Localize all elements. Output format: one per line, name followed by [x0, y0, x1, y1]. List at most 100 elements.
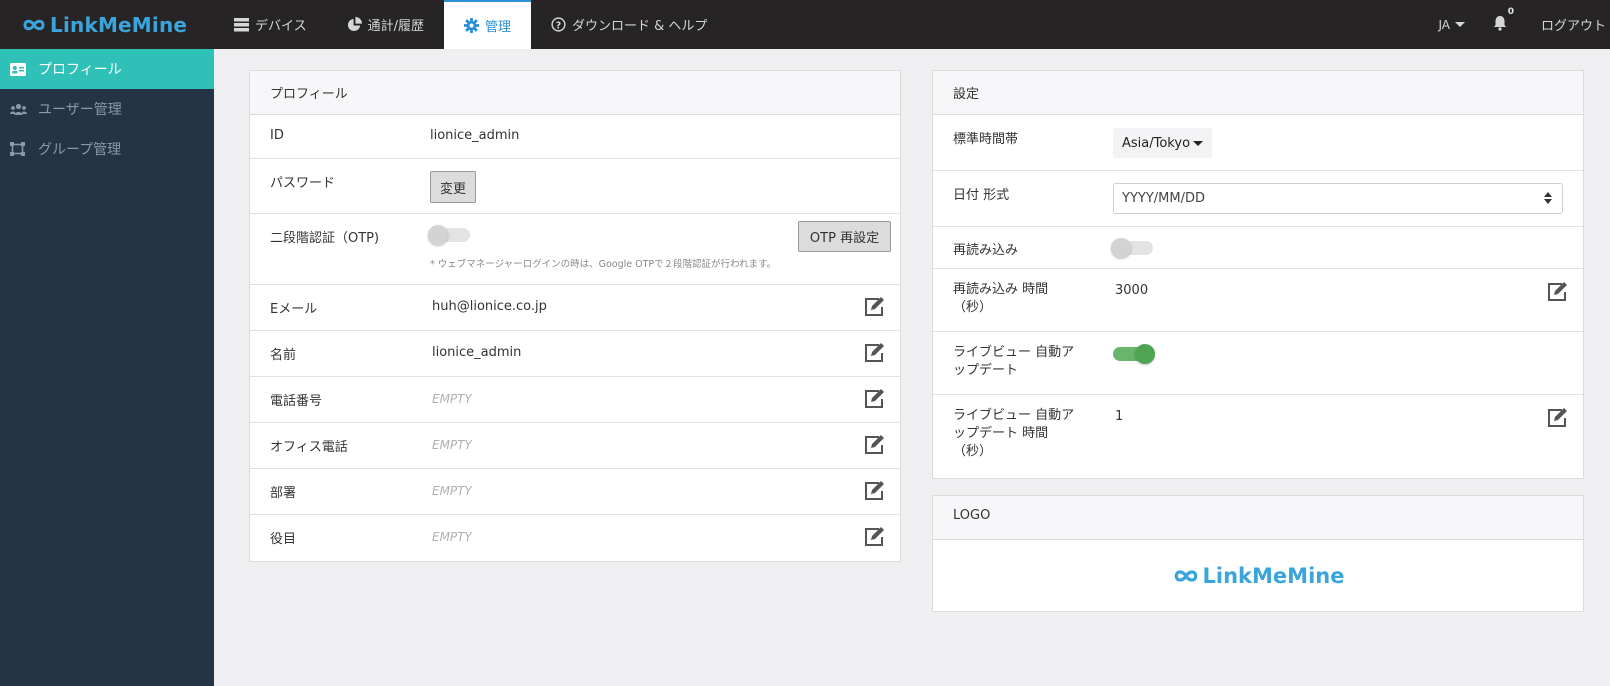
label-line: ライブビュー 自動ア — [953, 345, 1075, 360]
nav-tab-statistics[interactable]: 通計/履歴 — [327, 0, 444, 49]
sidebar: プロフィール ユーザー管理 グループ管理 — [0, 49, 214, 686]
edit-icon[interactable] — [863, 342, 885, 364]
field-label: 役目 — [270, 532, 297, 547]
notifications-button[interactable]: 0 — [1493, 7, 1514, 34]
field-label: 二段階認証（OTP) — [270, 231, 380, 246]
logo-preview-text: LinkMeMine — [1202, 563, 1345, 588]
nav-tab-label: ダウンロード & ヘルプ — [572, 19, 708, 34]
label-line: （秒） — [953, 300, 993, 315]
profile-row-office-phone: オフィス電話 EMPTY — [250, 423, 900, 469]
sidebar-item-group-management[interactable]: グループ管理 — [0, 129, 214, 169]
nav-tab-devices[interactable]: デバイス — [214, 0, 327, 49]
users-icon — [10, 103, 28, 116]
edit-icon[interactable] — [863, 434, 885, 456]
phone-value: EMPTY — [432, 392, 472, 406]
edit-icon[interactable] — [863, 296, 885, 318]
field-label: 再読み込み — [953, 243, 1019, 258]
settings-row-reload: 再読み込み — [933, 227, 1583, 269]
profile-row-department: 部署 EMPTY — [250, 469, 900, 515]
logo-preview: LinkMeMine — [933, 540, 1583, 611]
field-label: 再読み込み 時間 （秒） — [953, 281, 1048, 317]
department-value: EMPTY — [432, 484, 472, 498]
live-update-time-value: 1 — [1115, 409, 1124, 424]
field-label: ライブビュー 自動ア ップデート 時間 （秒） — [953, 407, 1074, 461]
notification-count: 0 — [1507, 7, 1514, 17]
reload-toggle[interactable] — [1111, 238, 1153, 258]
sidebar-item-profile[interactable]: プロフィール — [0, 49, 214, 89]
profile-row-name: 名前 lionice_admin — [250, 331, 900, 377]
field-label: ライブビュー 自動ア ップデート — [953, 344, 1074, 380]
settings-panel: 設定 標準時間帯 Asia/Tokyo 日付 形式 YYYY/MM/DD 再読み… — [932, 70, 1584, 479]
timezone-dropdown[interactable]: Asia/Tokyo — [1113, 128, 1213, 158]
label-line: ライブビュー 自動ア — [953, 408, 1075, 423]
role-value: EMPTY — [432, 530, 472, 544]
toggle-knob — [1135, 344, 1155, 364]
label-line: ップデート — [953, 363, 1019, 378]
select-arrows-icon — [1544, 192, 1552, 204]
label-line: 再読み込み 時間 — [953, 282, 1049, 297]
settings-row-live-update: ライブビュー 自動ア ップデート — [933, 332, 1583, 395]
sidebar-item-label: グループ管理 — [38, 142, 122, 158]
profile-row-id: ID lionice_admin — [250, 115, 900, 159]
date-format-value: YYYY/MM/DD — [1122, 191, 1205, 206]
settings-row-reload-time: 再読み込み 時間 （秒） 3000 — [933, 269, 1583, 332]
app-logo[interactable]: LinkMeMine — [0, 0, 214, 49]
svg-text:?: ? — [556, 20, 561, 31]
live-update-toggle[interactable] — [1113, 344, 1155, 364]
field-label: Eメール — [270, 302, 318, 317]
field-label: 標準時間帯 — [953, 132, 1019, 147]
toggle-knob — [1111, 238, 1131, 258]
edit-icon[interactable] — [863, 388, 885, 410]
toggle-knob — [428, 225, 448, 245]
nav-tab-label: 通計/履歴 — [367, 19, 425, 34]
logo-panel: LOGO LinkMeMine — [932, 495, 1584, 612]
infinity-logo-icon — [21, 17, 47, 33]
group-frame-icon — [10, 142, 28, 156]
logout-link[interactable]: ログアウト — [1541, 15, 1606, 34]
edit-icon[interactable] — [863, 526, 885, 548]
pie-chart-icon — [347, 17, 362, 32]
field-label: 名前 — [270, 348, 297, 363]
nav-tab-label: デバイス — [255, 19, 307, 34]
otp-note: * ウェブマネージャーログインの時は、Google OTPで２段階認証が行われま… — [430, 259, 777, 270]
logo-text: LinkMeMine — [50, 12, 188, 37]
label-line: ップデート 時間 — [953, 426, 1049, 441]
caret-down-icon — [1193, 140, 1204, 146]
change-password-button[interactable]: 変更 — [430, 171, 476, 203]
profile-row-otp: 二段階認証（OTP) OTP 再設定 * ウェブマネージャーログインの時は、Go… — [250, 214, 900, 285]
profile-row-phone: 電話番号 EMPTY — [250, 377, 900, 423]
otp-toggle[interactable] — [428, 225, 470, 245]
sidebar-item-label: プロフィール — [38, 62, 122, 78]
profile-panel: プロフィール ID lionice_admin パスワード 変更 二段階認証（O… — [249, 70, 901, 562]
infinity-logo-icon — [1172, 567, 1200, 585]
edit-icon[interactable] — [1546, 407, 1568, 429]
timezone-value: Asia/Tokyo — [1122, 135, 1191, 151]
field-label: 電話番号 — [270, 394, 323, 409]
date-format-select[interactable]: YYYY/MM/DD — [1113, 183, 1563, 214]
field-label: 日付 形式 — [953, 188, 1010, 203]
nav-tab-admin[interactable]: 管理 — [444, 0, 532, 49]
field-label: オフィス電話 — [270, 440, 348, 455]
field-label: ID — [270, 128, 284, 143]
gear-icon — [464, 18, 480, 33]
sidebar-item-user-management[interactable]: ユーザー管理 — [0, 89, 214, 129]
id-card-icon — [10, 62, 28, 76]
edit-icon[interactable] — [1546, 281, 1568, 303]
label-line: （秒） — [953, 444, 993, 459]
panel-title: プロフィール — [250, 71, 900, 115]
name-value: lionice_admin — [432, 345, 522, 360]
question-circle-icon: ? — [551, 17, 566, 32]
topbar-right: JA 0 ログアウト — [1438, 0, 1610, 49]
profile-row-password: パスワード 変更 — [250, 159, 900, 214]
edit-icon[interactable] — [863, 480, 885, 502]
field-label: 部署 — [270, 486, 297, 501]
reload-time-value: 3000 — [1115, 283, 1149, 298]
nav-tab-download-help[interactable]: ? ダウンロード & ヘルプ — [531, 0, 727, 49]
id-value: lionice_admin — [430, 128, 520, 143]
settings-row-live-update-time: ライブビュー 自動ア ップデート 時間 （秒） 1 — [933, 395, 1583, 479]
language-dropdown[interactable]: JA — [1438, 18, 1465, 32]
otp-reset-button[interactable]: OTP 再設定 — [798, 221, 891, 252]
email-value: huh@lionice.co.jp — [432, 299, 547, 314]
profile-row-role: 役目 EMPTY — [250, 515, 900, 560]
nav-tab-label: 管理 — [485, 20, 512, 35]
